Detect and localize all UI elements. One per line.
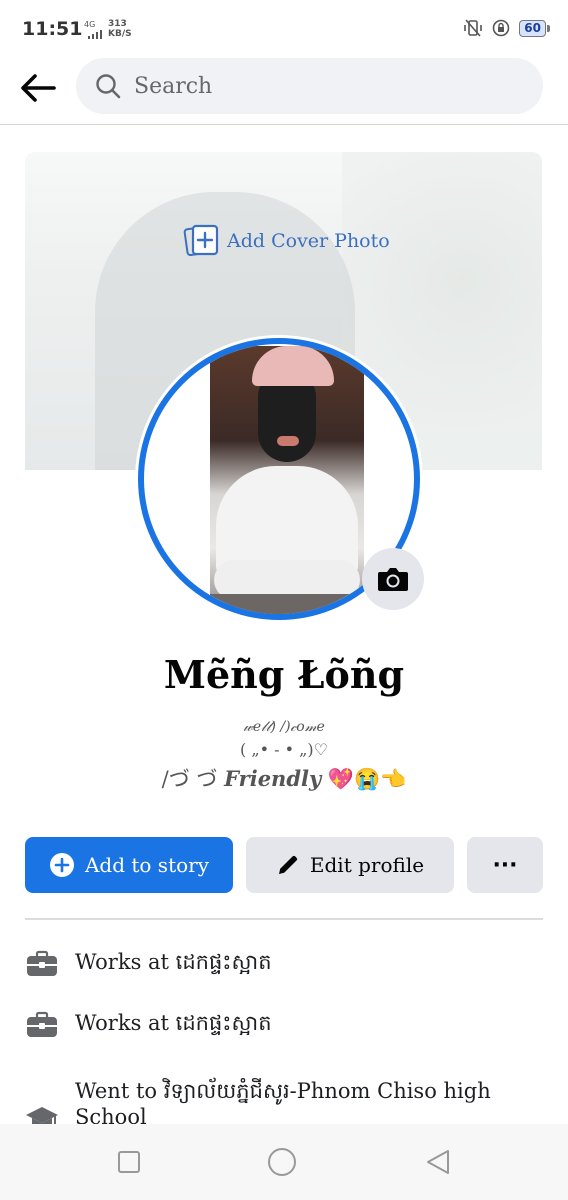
profile-name: Mẽñg Łõñg [163, 652, 405, 697]
bio-line-2: ( „• - • „)♡ [239, 740, 329, 759]
more-options-icon: ··· [492, 852, 518, 878]
work-info-row: Works at ដេកផ្ទះស្អាត [25, 947, 272, 981]
top-bar: Search [0, 58, 568, 125]
network-type: 4G [84, 20, 96, 29]
status-icons: 60 [463, 18, 550, 38]
photo-lips [277, 436, 299, 446]
bio-line-3: /づ づ Friendly 💖😭👈 [0, 762, 568, 796]
back-button[interactable] [14, 64, 62, 112]
search-placeholder: Search [134, 73, 213, 99]
speed-unit: KB/S [108, 29, 132, 39]
signal-icon [88, 30, 102, 39]
add-cover-photo-label: Add Cover Photo [227, 230, 390, 252]
home-button[interactable] [266, 1146, 298, 1178]
square-icon [118, 1151, 140, 1173]
bio-line-3-prefix: /づ づ [161, 767, 218, 791]
speed-value: 313 [108, 19, 127, 29]
edit-profile-button[interactable]: Edit profile [246, 837, 454, 893]
add-to-story-label: Add to story [84, 853, 210, 877]
lock-rotation-icon [492, 19, 510, 37]
add-cover-photo-button[interactable]: Add Cover Photo [183, 222, 390, 260]
bio-line-1: 𝓌𝑒𝓁𝓁) /)𝒸𝑜𝓂𝑒 [243, 719, 325, 735]
circle-icon [268, 1148, 296, 1176]
recent-apps-button[interactable] [113, 1146, 145, 1178]
system-navigation-bar [0, 1124, 568, 1200]
edit-profile-label: Edit profile [309, 853, 425, 877]
pencil-icon [278, 855, 297, 874]
search-input[interactable]: Search [76, 58, 543, 114]
work-info-text: Works at ដេកផ្ទះស្អាត [75, 949, 272, 974]
camera-icon [378, 568, 408, 591]
search-icon [96, 74, 121, 99]
section-divider [25, 918, 543, 920]
education-info-text: Went to វិទ្យាល័យភ្នំជីសូរ-Phnom Chiso h… [75, 1079, 491, 1129]
more-options-button[interactable]: ··· [467, 837, 543, 893]
briefcase-icon [27, 950, 57, 976]
change-profile-photo-button[interactable] [362, 548, 424, 610]
arrow-left-icon [21, 74, 56, 102]
photo-ground [210, 594, 364, 614]
photo-cap [252, 346, 334, 386]
battery-icon: 60 [519, 19, 550, 37]
network-speed: 313 KB/S [108, 19, 132, 39]
plus-circle-icon [49, 853, 74, 877]
add-photo-icon [183, 224, 219, 257]
profile-photo [210, 346, 364, 614]
add-to-story-button[interactable]: Add to story [25, 837, 233, 893]
triangle-back-icon [427, 1150, 449, 1174]
bio-emoji: 💖😭👈 [327, 767, 407, 791]
status-time: 11:51 [22, 18, 83, 40]
vibrate-off-icon [464, 19, 483, 37]
bio-line-3-bold: Friendly [224, 766, 322, 791]
status-bar: 11:51 4G 313 KB/S 60 [0, 0, 568, 58]
back-nav-button[interactable] [422, 1146, 454, 1178]
work-info-row: Works at ដេកផ្ទះស្អាត [25, 1008, 272, 1042]
work-info-text: Works at ដេកផ្ទះស្អាត [75, 1010, 272, 1035]
briefcase-icon [27, 1011, 57, 1037]
profile-bio: 𝓌𝑒𝓁𝓁) /)𝒸𝑜𝓂𝑒 ( „• - • „)♡ /づ づ Friendly … [0, 716, 568, 796]
